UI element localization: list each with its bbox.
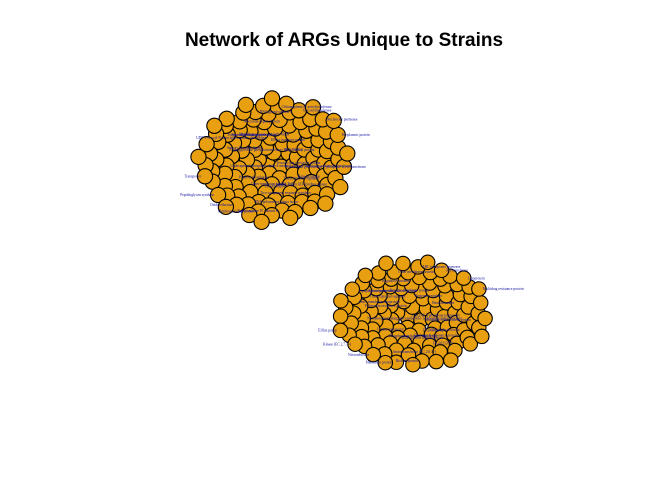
node-label: Outer membrane protein TolC [251, 182, 295, 186]
network-node [428, 353, 444, 370]
network-node [332, 308, 349, 324]
node-label: DNA gyrase subunit A [260, 110, 293, 114]
network-node [332, 178, 349, 196]
node-label: Cystine transporter [377, 327, 405, 331]
node-label: Efflux transport system [271, 138, 305, 142]
node-label: RNA polymerase sigma factor [254, 200, 298, 204]
network-node [474, 328, 490, 345]
network-node [190, 148, 207, 166]
network-node [395, 255, 411, 272]
node-label: Glycerol-3-phosphate transporter [412, 313, 461, 317]
node-label: FIG01213079 [433, 342, 453, 346]
network-node [302, 199, 319, 217]
node-label: Periplasmic protein [342, 133, 370, 137]
network-node [253, 213, 270, 231]
node-label: Kinase (EC 2.7.7.-) [323, 342, 352, 346]
node-label: Efflux pump [318, 329, 336, 333]
node-label: Nucleoside permease [327, 118, 358, 122]
node-label: Membrane protein [366, 361, 393, 365]
network-node [472, 295, 489, 311]
node-label: Sulfate permease [368, 289, 393, 293]
network-node [206, 117, 223, 134]
network-figure: Network of ARGs Unique to Strains Bifunc… [0, 0, 649, 487]
network-node [344, 281, 361, 297]
node-label: Aminoglycoside phosphotransferase (EC 2.… [229, 148, 303, 152]
node-label: Regulatory protein [382, 279, 409, 283]
network-node [263, 90, 281, 107]
network-node [378, 255, 394, 272]
node-label: Putative phosphatase [239, 175, 270, 179]
node-label: Aminotransferase (EC 2.6.1.-) [393, 350, 437, 354]
node-label: Response regulator [415, 294, 443, 298]
network-node [357, 267, 374, 284]
node-label: Acyltransferase [446, 269, 469, 273]
network-node [237, 96, 255, 114]
node-label: Outer membrane lipoprotein [359, 300, 400, 304]
node-label: Multidrug resistance protein [483, 287, 524, 291]
node-label: Peptidoglycan synthase [180, 193, 214, 197]
node-label: Penicillin-binding protein [232, 133, 269, 137]
node-label: Putative membrane protein [390, 289, 429, 293]
node-label: Lipoprotein [468, 276, 485, 280]
node-label: Glycosyltransferase [431, 328, 460, 332]
node-label: Beta-lactamase [432, 301, 454, 305]
node-label: Phosphoethanolamine transferase [389, 334, 438, 338]
node-label: Tetracycline resistance protein [276, 161, 320, 165]
node-label: Oxidoreductase [210, 203, 233, 207]
network-node [333, 293, 349, 309]
node-label: Two-component response regulator [260, 191, 312, 195]
node-label: Nitroreductase [348, 353, 370, 357]
chart-title: Network of ARGs Unique to Strains [185, 30, 503, 51]
network-node [477, 310, 493, 327]
node-label: Transporter [184, 175, 201, 179]
network-node [282, 209, 299, 227]
node-label: Beta-lactamase [298, 174, 320, 178]
network-node [317, 195, 334, 212]
node-label: Biofilm protein [396, 359, 418, 363]
network-node [278, 95, 295, 112]
node-label: Polymyxin resistance protein [365, 304, 407, 308]
node-label: Transcriptional regulator [370, 294, 407, 298]
network-node [443, 352, 459, 368]
network-node [339, 145, 356, 162]
node-label: Glycosyltransferase [303, 109, 332, 113]
node-label: Membrane fusion protein [218, 210, 255, 214]
node-label: Outer membrane protein [398, 270, 434, 274]
background [0, 0, 649, 487]
node-label: Macrolide export protein [244, 120, 280, 124]
